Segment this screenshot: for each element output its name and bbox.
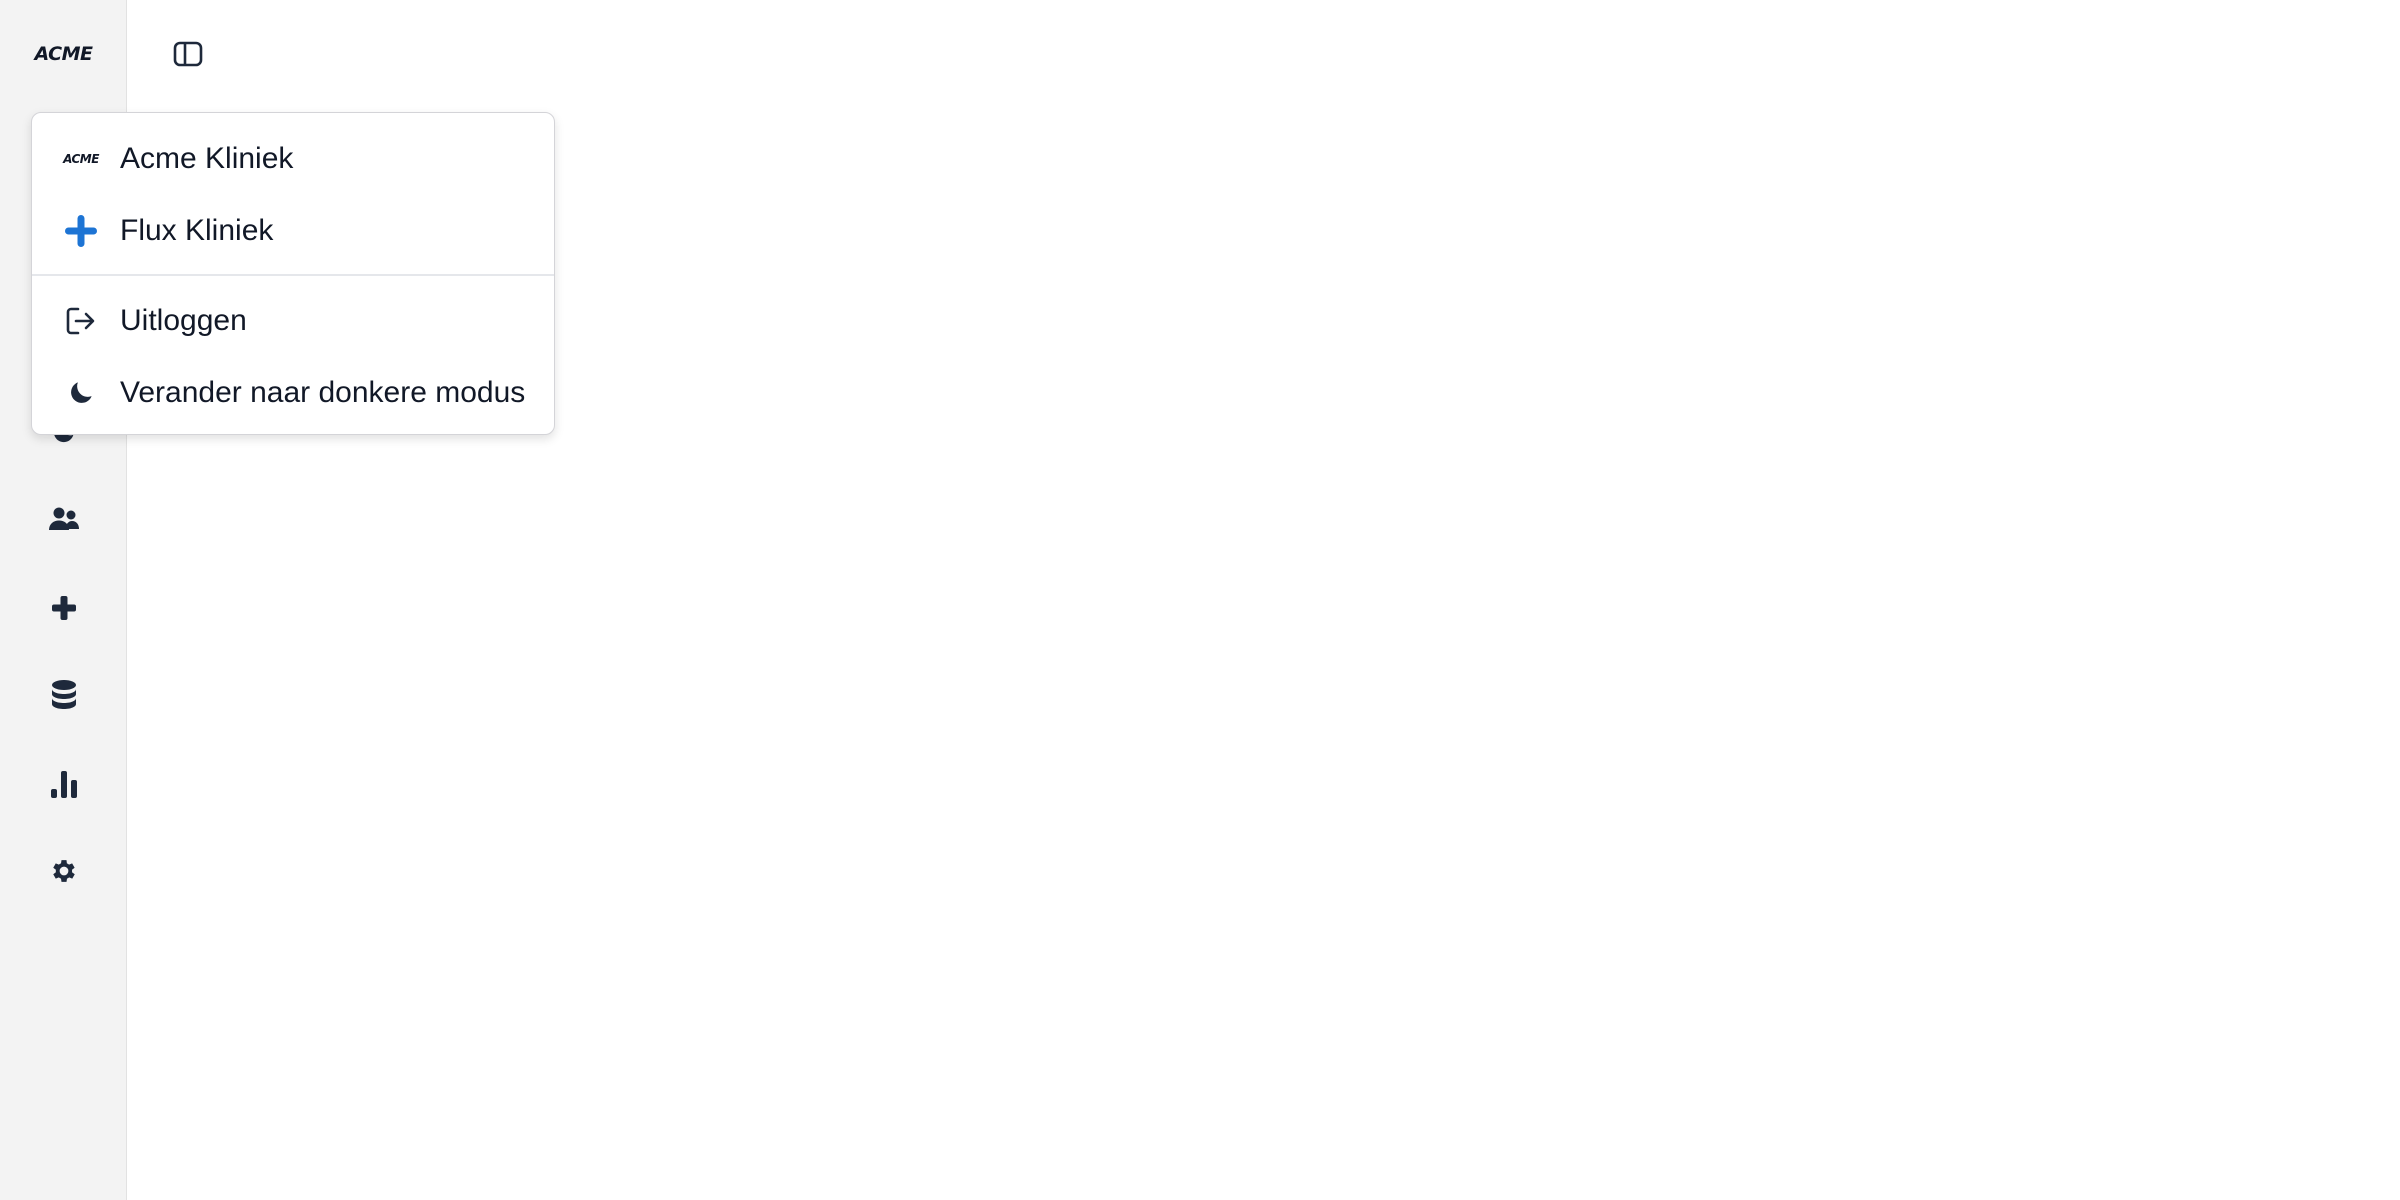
menu-item-label: Verander naar donkere modus [120, 376, 526, 409]
sidebar-toggle-icon [173, 41, 203, 72]
menu-item-acme-kliniek[interactable]: ACME Acme Kliniek [32, 125, 554, 193]
acme-logo[interactable]: ACME [0, 40, 127, 68]
menu-item-dark-mode[interactable]: Verander naar donkere modus [32, 359, 554, 427]
app-root: ACME ACME Acme Kliniek Flux Kliniek Uitl… [0, 0, 2400, 1200]
menu-divider [32, 274, 554, 276]
sidebar-item-add[interactable] [44, 588, 84, 628]
sidebar-item-users[interactable] [44, 500, 84, 540]
menu-item-label: Flux Kliniek [120, 214, 274, 247]
gear-icon [49, 856, 79, 886]
plus-icon [51, 595, 77, 621]
menu-item-label: Acme Kliniek [120, 142, 294, 175]
users-icon [48, 505, 80, 535]
sidebar-item-reports[interactable] [44, 764, 84, 804]
account-menu: ACME Acme Kliniek Flux Kliniek Uitloggen… [31, 112, 555, 435]
blue-plus-icon [62, 212, 100, 250]
sidebar-item-database[interactable] [44, 675, 84, 715]
sidebar-item-settings[interactable] [44, 851, 84, 891]
logout-icon [62, 302, 100, 340]
menu-item-label: Uitloggen [120, 304, 247, 337]
moon-icon [62, 374, 100, 412]
acme-logo-icon: ACME [63, 152, 99, 166]
menu-item-logout[interactable]: Uitloggen [32, 287, 554, 355]
sidebar-toggle-button[interactable] [168, 38, 208, 74]
menu-item-flux-kliniek[interactable]: Flux Kliniek [32, 197, 554, 265]
database-icon [51, 679, 77, 711]
bar-chart-icon [49, 769, 79, 799]
logo-text: ACME [34, 43, 93, 65]
